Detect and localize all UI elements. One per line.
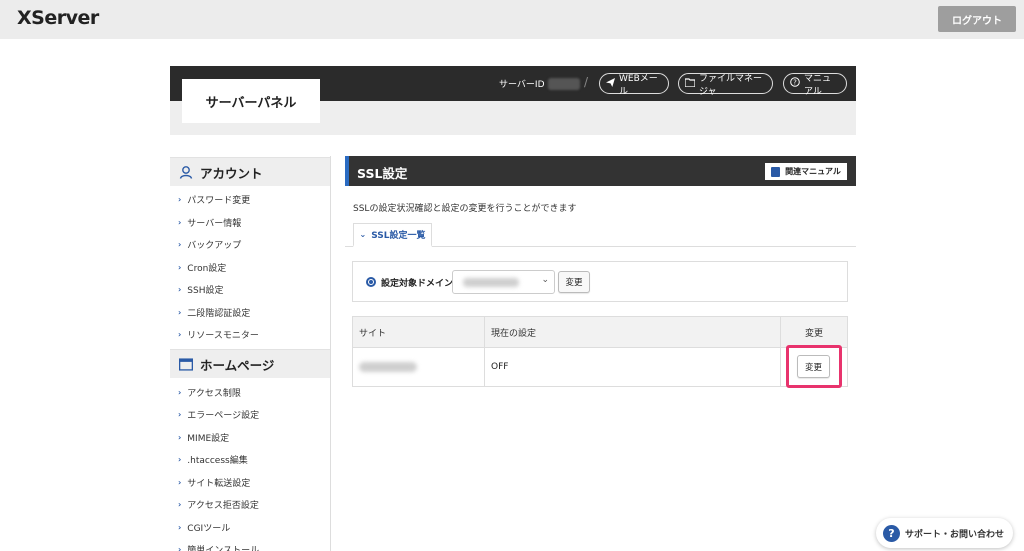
sidebar-item-easy-install[interactable]: › 簡単インストール xyxy=(170,538,331,551)
sidebar-item-error-page[interactable]: › エラーページ設定 xyxy=(170,403,331,425)
sidebar-item-label: エラーページ設定 xyxy=(187,410,260,421)
chevron-right-icon: › xyxy=(178,522,182,532)
sidebar-item-label: CGIツール xyxy=(187,523,231,534)
page-title: SSL設定 xyxy=(357,166,408,181)
ssl-change-button[interactable]: 変更 xyxy=(797,355,830,378)
chevron-right-icon: › xyxy=(178,409,182,419)
table-row-divider xyxy=(352,347,848,348)
sidebar-item-label: MIME設定 xyxy=(187,433,230,444)
webmail-label: WEBメール xyxy=(619,73,658,97)
chevron-right-icon: › xyxy=(178,387,182,397)
webmail-link[interactable]: WEBメール xyxy=(599,73,669,97)
ssl-current-setting: OFF xyxy=(491,362,509,372)
related-manual-button[interactable]: 関連マニュアル xyxy=(765,163,847,180)
manual-label: マニュアル xyxy=(804,73,832,97)
radio-domain[interactable] xyxy=(366,277,376,287)
sidebar-item-label: .htaccess編集 xyxy=(187,455,248,466)
chevron-right-icon: › xyxy=(178,217,182,227)
domain-label: 設定対象ドメイン xyxy=(381,279,454,289)
manual-link[interactable]: ? マニュアル xyxy=(783,73,847,97)
sidebar-section-homepage: ホームページ xyxy=(170,349,331,378)
table-header-site: サイト xyxy=(353,317,484,347)
header-separator: / xyxy=(584,75,589,89)
support-contact-button[interactable]: ? サポート・お問い合わせ xyxy=(876,518,1013,548)
window-icon xyxy=(179,357,193,371)
sidebar-item-ssh[interactable]: › SSH設定 xyxy=(170,278,331,300)
chevron-right-icon: › xyxy=(178,544,182,551)
table-column-divider xyxy=(780,316,781,387)
site-name-redacted xyxy=(359,362,417,372)
panel-title[interactable]: サーバーパネル xyxy=(182,79,320,123)
table-header-current-setting: 現在の設定 xyxy=(485,317,780,347)
chevron-right-icon: › xyxy=(178,284,182,294)
server-id-label: サーバーID xyxy=(499,80,545,90)
server-id-value-redacted xyxy=(547,77,580,90)
book-icon xyxy=(771,166,781,177)
support-label: サポート・お問い合わせ xyxy=(905,529,1005,540)
logout-button[interactable]: ログアウト xyxy=(938,6,1016,32)
chevron-right-icon: › xyxy=(178,432,182,442)
sidebar-item-access-control[interactable]: › アクセス制限 xyxy=(170,381,331,403)
sidebar-item-2fa[interactable]: › 二段階認証設定 xyxy=(170,301,331,323)
page-description: SSLの設定状況確認と設定の変更を行うことができます xyxy=(353,204,577,214)
sidebar-item-label: 簡単インストール xyxy=(187,545,260,551)
table-header-change: 変更 xyxy=(781,317,847,347)
sidebar-item-server-info[interactable]: › サーバー情報 xyxy=(170,211,331,233)
table-column-divider xyxy=(484,316,485,387)
domain-select[interactable]: ⌄ xyxy=(452,270,555,294)
sidebar-item-label: バックアップ xyxy=(187,240,242,251)
top-bar xyxy=(0,0,1024,39)
chevron-right-icon: › xyxy=(178,194,182,204)
sidebar-item-label: Cron設定 xyxy=(187,263,227,274)
sidebar-item-password[interactable]: › パスワード変更 xyxy=(170,188,331,210)
sidebar-item-backup[interactable]: › バックアップ xyxy=(170,233,331,255)
sidebar-item-site-redirect[interactable]: › サイト転送設定 xyxy=(170,471,331,493)
chevron-right-icon: › xyxy=(178,499,182,509)
chevron-right-icon: › xyxy=(178,477,182,487)
chevron-right-icon: › xyxy=(178,239,182,249)
related-manual-label: 関連マニュアル xyxy=(785,167,841,176)
tab-label: SSL設定一覧 xyxy=(371,231,426,241)
sidebar-item-label: パスワード変更 xyxy=(187,195,251,206)
xserver-logo[interactable]: XServer xyxy=(17,7,99,29)
user-icon xyxy=(179,165,193,179)
svg-text:?: ? xyxy=(793,79,797,87)
send-icon xyxy=(606,77,615,90)
sidebar-item-label: アクセス拒否設定 xyxy=(187,500,259,511)
chevron-right-icon: › xyxy=(178,454,182,464)
sidebar-item-label: サイト転送設定 xyxy=(187,478,251,489)
folder-icon xyxy=(684,77,696,90)
chevron-right-icon: › xyxy=(178,262,182,272)
domain-value-redacted xyxy=(463,278,519,287)
sidebar-section-title: ホームページ xyxy=(200,357,275,373)
help-circle-icon: ? xyxy=(790,77,800,90)
file-manager-label: ファイルマネージャ xyxy=(699,73,763,97)
tab-ssl-list[interactable]: ⌄ SSL設定一覧 xyxy=(353,223,432,247)
sidebar-item-label: 二段階認証設定 xyxy=(187,308,251,319)
chevron-down-icon: ⌄ xyxy=(359,230,367,239)
question-icon: ? xyxy=(883,524,900,542)
chevron-down-icon: ⌄ xyxy=(541,275,549,285)
sidebar-item-label: アクセス制限 xyxy=(187,388,241,399)
sidebar-item-mime[interactable]: › MIME設定 xyxy=(170,426,331,448)
server-id: サーバーID xyxy=(499,77,580,90)
file-manager-link[interactable]: ファイルマネージャ xyxy=(678,73,773,97)
sidebar-item-access-deny[interactable]: › アクセス拒否設定 xyxy=(170,493,331,515)
chevron-right-icon: › xyxy=(178,329,182,339)
sidebar-item-label: サーバー情報 xyxy=(187,218,242,229)
sidebar-item-htaccess[interactable]: › .htaccess編集 xyxy=(170,448,331,470)
sidebar-item-cron[interactable]: › Cron設定 xyxy=(170,256,331,278)
sidebar-item-label: SSH設定 xyxy=(187,285,224,296)
domain-change-button[interactable]: 変更 xyxy=(558,271,590,293)
sidebar-section-title: アカウント xyxy=(200,165,263,181)
sidebar-section-account: アカウント xyxy=(170,157,331,186)
sidebar-divider xyxy=(330,156,331,551)
sidebar-item-label: リソースモニター xyxy=(187,330,259,341)
sidebar-item-resource-monitor[interactable]: › リソースモニター xyxy=(170,323,331,345)
chevron-right-icon: › xyxy=(178,307,182,317)
sidebar-item-cgi-tools[interactable]: › CGIツール xyxy=(170,516,331,538)
